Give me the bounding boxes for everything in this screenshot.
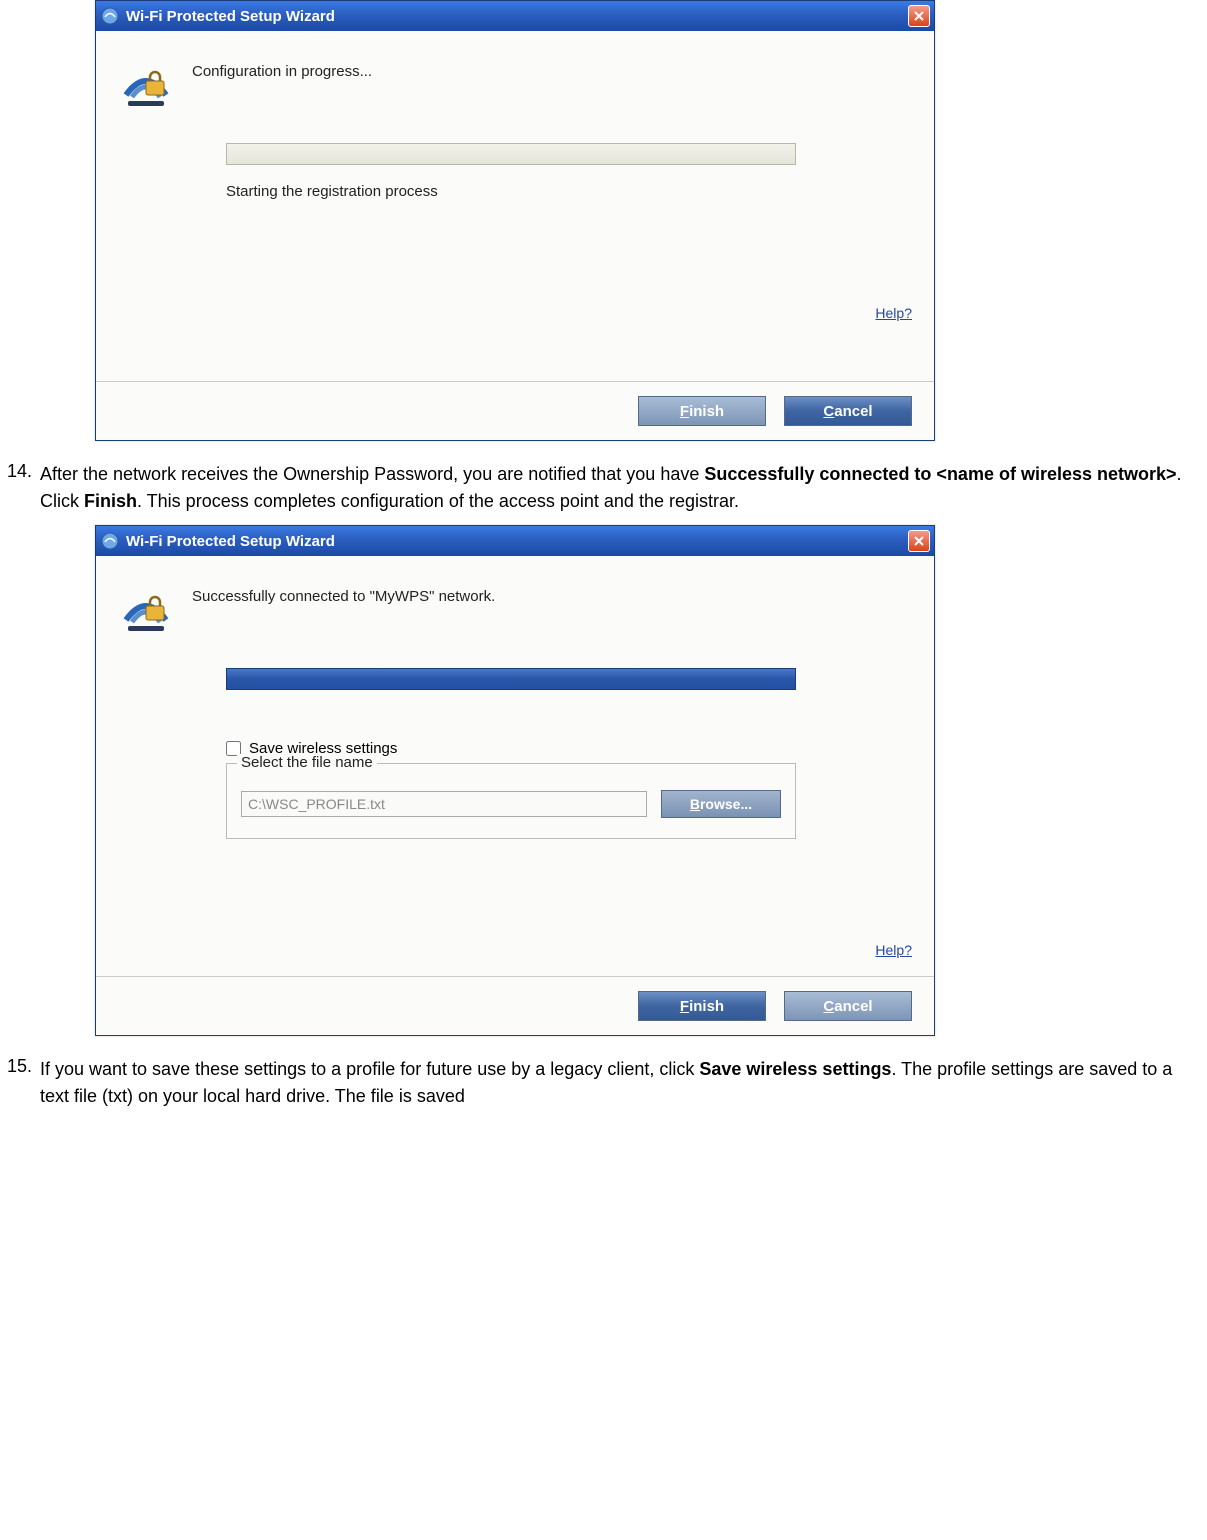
file-path-input[interactable] xyxy=(241,791,647,817)
close-icon xyxy=(913,535,925,547)
close-button[interactable] xyxy=(908,5,930,27)
wifi-lock-icon xyxy=(118,57,174,113)
window-title: Wi-Fi Protected Setup Wizard xyxy=(126,533,908,550)
progress-bar xyxy=(226,143,796,165)
progress-bar-full xyxy=(226,668,796,690)
window-title: Wi-Fi Protected Setup Wizard xyxy=(126,8,908,25)
titlebar: Wi-Fi Protected Setup Wizard xyxy=(96,526,934,556)
fieldset-legend: Select the file name xyxy=(237,754,377,771)
finish-button[interactable]: Finish xyxy=(638,396,766,426)
button-row: Finish Cancel xyxy=(96,381,934,440)
wps-wizard-dialog-progress: Wi-Fi Protected Setup Wizard xyxy=(95,0,935,441)
wifi-lock-icon xyxy=(118,582,174,638)
help-link[interactable]: Help? xyxy=(875,305,912,321)
help-link[interactable]: Help? xyxy=(875,942,912,958)
cancel-button[interactable]: Cancel xyxy=(784,991,912,1021)
wps-wizard-dialog-success: Wi-Fi Protected Setup Wizard xyxy=(95,525,935,1036)
finish-button[interactable]: Finish xyxy=(638,991,766,1021)
app-icon xyxy=(100,6,120,26)
file-name-fieldset: Select the file name Browse... xyxy=(226,763,796,839)
progress-status: Starting the registration process xyxy=(226,183,912,200)
step-number: 15. xyxy=(0,1056,40,1110)
instruction-step-14: 14. After the network receives the Owner… xyxy=(0,461,1207,515)
step-number: 14. xyxy=(0,461,40,515)
success-heading: Successfully connected to "MyWPS" networ… xyxy=(192,582,495,605)
browse-button[interactable]: Browse... xyxy=(661,790,781,818)
close-icon xyxy=(913,10,925,22)
progress-heading: Configuration in progress... xyxy=(192,57,372,80)
button-row: Finish Cancel xyxy=(96,976,934,1035)
cancel-button[interactable]: Cancel xyxy=(784,396,912,426)
step-text: After the network receives the Ownership… xyxy=(40,461,1207,515)
instruction-step-15: 15. If you want to save these settings t… xyxy=(0,1056,1207,1110)
close-button[interactable] xyxy=(908,530,930,552)
app-icon xyxy=(100,531,120,551)
titlebar: Wi-Fi Protected Setup Wizard xyxy=(96,1,934,31)
step-text: If you want to save these settings to a … xyxy=(40,1056,1207,1110)
